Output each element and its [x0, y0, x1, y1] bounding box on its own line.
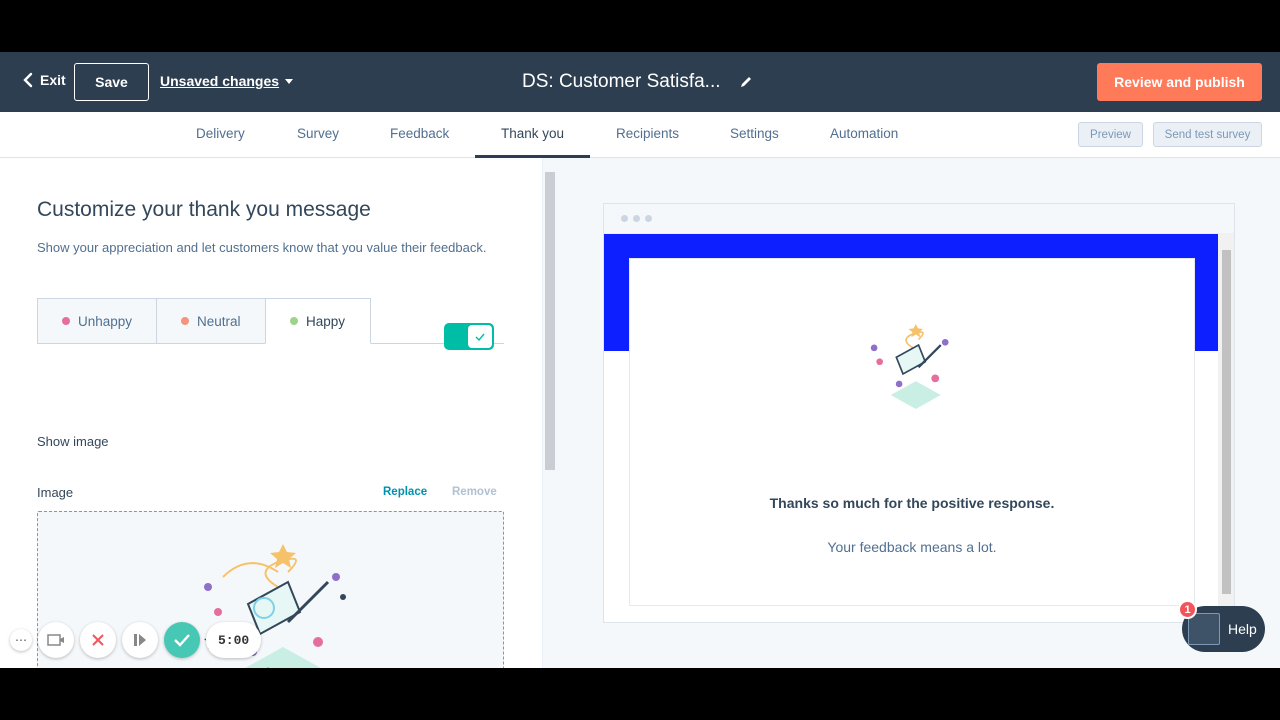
chevron-left-icon: [23, 72, 33, 88]
editor-header: Exit Save Unsaved changes DS: Customer S…: [0, 52, 1280, 112]
unsaved-changes-label: Unsaved changes: [160, 73, 280, 89]
tab-settings[interactable]: Settings: [730, 126, 779, 141]
more-options-icon[interactable]: ⋯: [10, 629, 32, 651]
sentiment-tab-label: Happy: [306, 313, 346, 329]
thank-you-heading: Thanks so much for the positive response…: [769, 495, 1055, 511]
play-pause-icon: [134, 634, 146, 646]
exit-label: Exit: [40, 72, 66, 88]
show-image-label: Show image: [37, 434, 109, 449]
checkmark-icon: [174, 634, 190, 647]
notification-badge: 1: [1178, 600, 1197, 619]
image-label: Image: [37, 485, 74, 500]
thank-you-body: Your feedback means a lot.: [827, 539, 997, 555]
recording-timer: 5:00: [206, 622, 262, 658]
tab-thank-you[interactable]: Thank you: [501, 126, 564, 141]
sentiment-tab-label: Unhappy: [78, 313, 133, 329]
left-panel-scrollbar[interactable]: [542, 158, 558, 668]
celebration-illustration: [870, 323, 949, 409]
help-label: Help: [1228, 621, 1257, 637]
pencil-icon[interactable]: [739, 75, 753, 89]
save-button[interactable]: Save: [74, 63, 149, 101]
window-dot-icon: [633, 215, 640, 222]
window-dot-icon: [645, 215, 652, 222]
exit-button[interactable]: Exit: [22, 72, 66, 88]
survey-title-text: DS: Customer Satisfa...: [522, 71, 721, 92]
finish-recording-button[interactable]: [164, 622, 200, 658]
thank-you-card: Thanks so much for the positive response…: [629, 258, 1195, 606]
sentiment-tabs: Unhappy Neutral Happy: [37, 298, 504, 344]
cancel-recording-button[interactable]: [80, 622, 116, 658]
browser-preview-window: Thanks so much for the positive response…: [603, 203, 1235, 623]
tab-recipients[interactable]: Recipients: [616, 126, 679, 141]
send-test-survey-button[interactable]: Send test survey: [1153, 122, 1262, 147]
scrollbar-thumb[interactable]: [1222, 250, 1231, 594]
review-and-publish-button[interactable]: Review and publish: [1097, 63, 1262, 101]
neutral-dot-icon: [181, 317, 189, 325]
unsaved-changes-dropdown[interactable]: Unsaved changes: [160, 73, 294, 89]
replace-image-link[interactable]: Replace: [383, 486, 427, 498]
unhappy-dot-icon: [62, 317, 70, 325]
survey-title: DS: Customer Satisfa...: [522, 71, 753, 93]
caret-down-icon: [285, 78, 294, 84]
sentiment-tab-happy[interactable]: Happy: [265, 298, 371, 344]
tab-delivery[interactable]: Delivery: [196, 126, 245, 141]
preview-scrollbar[interactable]: [1218, 234, 1234, 622]
tab-feedback[interactable]: Feedback: [390, 126, 449, 141]
close-icon: [92, 634, 104, 646]
recording-toolbar: ⋯ 5:00: [10, 622, 262, 658]
thank-you-settings-panel: Customize your thank you message Show yo…: [0, 158, 542, 668]
toggle-knob: [468, 325, 492, 348]
pause-recording-button[interactable]: [122, 622, 158, 658]
happy-dot-icon: [290, 317, 298, 325]
tab-bar: Delivery Survey Feedback Thank you Recip…: [0, 112, 1280, 158]
show-image-toggle[interactable]: [444, 323, 494, 350]
preview-pane: Thanks so much for the positive response…: [558, 158, 1280, 668]
checkmark-icon: [475, 333, 485, 341]
sentiment-tab-neutral[interactable]: Neutral: [156, 298, 266, 344]
scrollbar-thumb[interactable]: [545, 172, 555, 470]
tab-survey[interactable]: Survey: [297, 126, 339, 141]
tab-automation[interactable]: Automation: [830, 126, 898, 141]
panel-description: Show your appreciation and let customers…: [37, 240, 487, 255]
browser-chrome: [604, 204, 1234, 234]
panel-heading: Customize your thank you message: [37, 198, 371, 221]
window-dot-icon: [621, 215, 628, 222]
sentiment-tab-label: Neutral: [197, 313, 241, 329]
help-avatar: [1188, 613, 1220, 645]
camera-icon: [47, 634, 64, 646]
sentiment-tab-unhappy[interactable]: Unhappy: [37, 298, 157, 344]
preview-button[interactable]: Preview: [1078, 122, 1143, 147]
camera-toggle-button[interactable]: [38, 622, 74, 658]
app-frame: Exit Save Unsaved changes DS: Customer S…: [0, 52, 1280, 668]
remove-image-link[interactable]: Remove: [452, 486, 497, 498]
